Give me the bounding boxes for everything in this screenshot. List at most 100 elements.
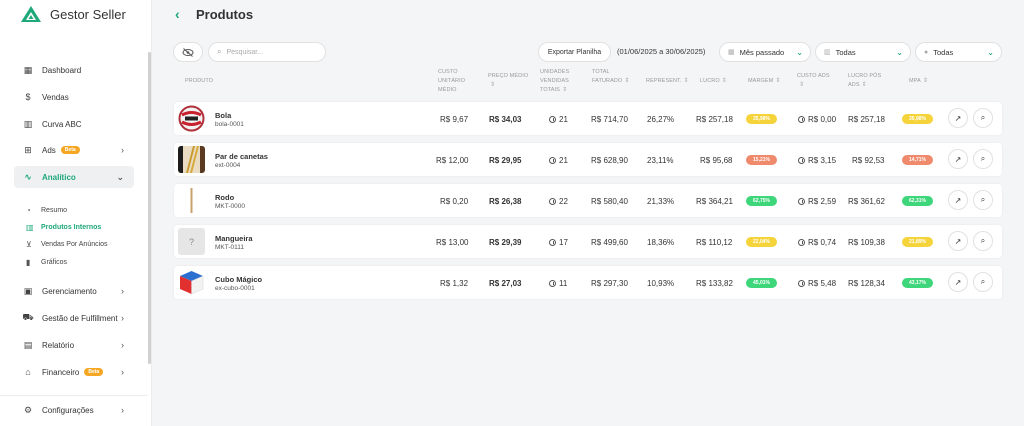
search-icon: ⌕: [980, 236, 986, 245]
col-header-mpa[interactable]: MPA ⇕: [909, 77, 928, 86]
cell-lucro-pos-ads: R$ 128,34: [848, 279, 885, 288]
store-icon: ▥: [824, 49, 831, 56]
col-header-margem[interactable]: MARGEM ⇕: [748, 77, 781, 86]
product-sku: MKT-0111: [215, 244, 245, 251]
table-row[interactable]: Par de canetas ext-0004 R$ 12,00 R$ 29,9…: [174, 143, 1002, 176]
cell-lucro: R$ 110,12: [696, 238, 733, 247]
product-image-pens: [178, 146, 205, 173]
chart-button[interactable]: ↗: [948, 149, 968, 169]
clock-icon: [798, 239, 805, 246]
product-image-ball: [178, 105, 205, 132]
margin-badge: 22,04%: [746, 237, 777, 247]
cell-unidades: 22: [549, 197, 568, 206]
cell-lucro-pos-ads: R$ 361,62: [848, 197, 885, 206]
col-header-preco[interactable]: PREÇO MÉDIO ⇕: [488, 72, 533, 90]
cell-custo-ads-value: R$ 5,48: [808, 279, 837, 288]
product-sku: ext-0004: [215, 162, 241, 169]
details-button[interactable]: ⌕: [973, 231, 993, 251]
sidebar-item-relatorio[interactable]: ▤ Relatório ›: [14, 334, 134, 356]
cell-lucro: R$ 133,82: [696, 279, 733, 288]
sidebar-item-fulfillment[interactable]: ⛟ Gestão de Fulfillment ›: [14, 307, 134, 329]
cell-custo-ads: R$ 0,74: [798, 238, 836, 247]
sidebar-item-vendas[interactable]: $ Vendas: [14, 86, 134, 108]
app-title: Gestor Seller: [50, 6, 126, 22]
sidebar-item-curva-abc[interactable]: ▥ Curva ABC: [14, 113, 134, 135]
clock-icon: [798, 198, 805, 205]
hide-values-button[interactable]: [173, 42, 203, 62]
box-icon: ▣: [23, 285, 33, 296]
clock-icon: [798, 280, 805, 287]
col-header-produto[interactable]: PRODUTO: [185, 77, 213, 86]
subitem-graficos[interactable]: ▮ Gráficos: [26, 255, 67, 269]
subitem-produtos-internos[interactable]: ▥ Produtos Internos: [26, 220, 101, 234]
user-icon: ●: [924, 48, 929, 56]
sidebar-item-label: Analítico: [42, 172, 76, 182]
subitem-vendas-por-anuncios[interactable]: ⊻ Vendas Por Anúncios: [26, 237, 108, 251]
search-input[interactable]: ⌕ Pesquisar...: [208, 42, 326, 62]
chart-button[interactable]: ↗: [948, 231, 968, 251]
sidebar-item-configuracoes[interactable]: ⚙ Configurações ›: [14, 399, 134, 421]
clock-icon: [549, 198, 556, 205]
subitem-resumo[interactable]: ◔ Resumo: [26, 203, 67, 217]
margin-badge: 15,21%: [746, 155, 777, 165]
cell-unidades: 17: [549, 238, 568, 247]
eye-off-icon: [182, 47, 194, 57]
period-select[interactable]: ▦ Mês passado ⌄: [719, 42, 811, 62]
sort-icon: ⇕: [683, 78, 689, 84]
col-header-custo[interactable]: CUSTO UNITÁRIO MÉDIO: [438, 68, 470, 95]
sidebar-item-dashboard[interactable]: ▦ Dashboard: [14, 59, 134, 81]
sidebar-item-financeiro[interactable]: ⌂ Financeiro Beta ›: [14, 361, 134, 383]
product-name: Rodo: [215, 193, 235, 202]
details-button[interactable]: ⌕: [973, 149, 993, 169]
mpa-badge: 62,31%: [902, 196, 933, 206]
col-header-unidades[interactable]: UNIDADES VENDIDAS TOTAIS ⇕: [540, 68, 578, 95]
store-filter-select[interactable]: ▥ Todas ⌄: [815, 42, 911, 62]
sidebar-item-gerenciamento[interactable]: ▣ Gerenciamento ›: [14, 280, 134, 302]
chevron-down-icon: ⌄: [116, 171, 124, 182]
sort-icon: ⇕: [922, 78, 928, 84]
sidebar-item-label: Ads: [42, 145, 56, 155]
table-row[interactable]: ? Mangueira MKT-0111 R$ 13,00 R$ 29,39 1…: [174, 225, 1002, 258]
cell-custo: R$ 1,32: [440, 279, 469, 288]
cell-total: R$ 297,30: [591, 279, 628, 288]
col-header-total[interactable]: TOTAL FATURADO ⇕: [592, 68, 629, 86]
chevron-right-icon: ›: [121, 145, 124, 155]
chart-button[interactable]: ↗: [948, 190, 968, 210]
table-row[interactable]: Cubo Mágico ex-cubo-0001 R$ 1,32 R$ 27,0…: [174, 266, 1002, 299]
sidebar-item-label: Curva ABC: [42, 119, 82, 129]
col-header-lucro[interactable]: LUCRO ⇕: [700, 77, 727, 86]
bar-chart-icon: ▮: [26, 257, 31, 267]
line-chart-icon: ↗: [954, 154, 962, 164]
details-button[interactable]: ⌕: [973, 190, 993, 210]
export-spreadsheet-button[interactable]: Exportar Planilha: [538, 42, 611, 62]
sidebar-item-label: Financeiro: [42, 367, 80, 377]
table-row[interactable]: Rodo MKT-0000 R$ 0,20 R$ 26,38 22 R$ 580…: [174, 184, 1002, 217]
brand[interactable]: Gestor Seller: [20, 4, 126, 24]
sidebar-item-analitico[interactable]: ∿ Analítico ⌄: [14, 166, 134, 188]
details-button[interactable]: ⌕: [973, 108, 993, 128]
sidebar-item-ads[interactable]: ⊞ Ads Beta ›: [14, 139, 134, 161]
sidebar-item-label: Gerenciamento: [42, 286, 97, 296]
back-chevron-icon[interactable]: ‹: [175, 6, 180, 22]
cell-custo-ads-value: R$ 0,74: [808, 238, 837, 247]
col-header-represent[interactable]: REPRESENT. ⇕: [646, 77, 689, 86]
chart-button[interactable]: ↗: [948, 272, 968, 292]
date-range-label: (01/06/2025 a 30/06/2025): [617, 47, 706, 56]
col-header-label: MPA: [909, 78, 921, 84]
chevron-down-icon: ⌄: [896, 47, 903, 57]
col-header-lucro-pos-ads[interactable]: LUCRO PÓS ADS ⇕: [848, 72, 888, 90]
table-row[interactable]: Bola bola-0001 R$ 9,67 R$ 34,03 21 R$ 71…: [174, 102, 1002, 135]
search-icon: ⌕: [980, 195, 986, 204]
clock-icon: [549, 157, 556, 164]
ads-icon: ⊞: [24, 144, 32, 155]
search-placeholder: Pesquisar...: [226, 48, 264, 56]
chevron-down-icon: ⌄: [987, 47, 994, 57]
col-header-custo-ads[interactable]: CUSTO ADS ⇕: [797, 72, 837, 90]
chart-button[interactable]: ↗: [948, 108, 968, 128]
details-button[interactable]: ⌕: [973, 272, 993, 292]
sidebar-scrollbar[interactable]: [148, 52, 151, 364]
mpa-badge: 21,89%: [902, 237, 933, 247]
cell-unidades: 11: [549, 279, 567, 288]
cell-preco: R$ 26,38: [489, 197, 522, 206]
account-filter-select[interactable]: ● Todas ⌄: [915, 42, 1002, 62]
